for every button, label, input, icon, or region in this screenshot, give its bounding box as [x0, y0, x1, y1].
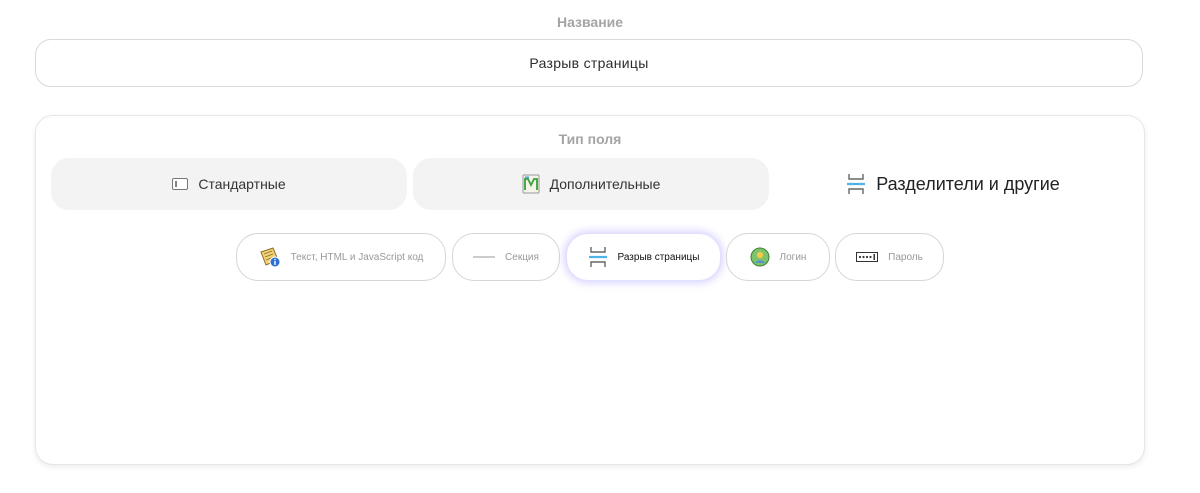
subtype-section-label: Секция	[505, 251, 539, 263]
page-break-icon	[588, 246, 608, 268]
tab-standard[interactable]: Стандартные	[51, 158, 407, 210]
tab-standard-label: Стандартные	[198, 176, 286, 192]
subtype-text-html[interactable]: Текст, HTML и JavaScript код	[236, 233, 446, 281]
name-input[interactable]: Разрыв страницы	[35, 39, 1143, 87]
field-editor-page: Название Разрыв страницы Тип поля Станда…	[0, 0, 1200, 493]
tab-additional[interactable]: Дополнительные	[413, 158, 769, 210]
subtype-password[interactable]: Пароль	[835, 233, 944, 281]
subtype-section[interactable]: Секция	[452, 233, 560, 281]
password-icon	[856, 252, 879, 262]
page-break-icon	[846, 173, 866, 195]
subtype-page-break[interactable]: Разрыв страницы	[566, 233, 721, 281]
subtype-login-label: Логин	[779, 251, 807, 263]
field-type-panel: Тип поля Стандартные Дополнительные Разд…	[35, 115, 1145, 465]
tab-separators-label: Разделители и другие	[876, 173, 1060, 194]
subtype-page-break-label: Разрыв страницы	[617, 251, 700, 263]
field-type-label: Тип поля	[558, 131, 622, 147]
text-field-icon	[172, 178, 189, 190]
tab-separators[interactable]: Разделители и другие	[775, 158, 1131, 210]
tab-additional-label: Дополнительные	[549, 176, 661, 192]
login-icon	[750, 247, 770, 267]
section-line-icon	[473, 255, 496, 259]
subtype-login[interactable]: Логин	[726, 233, 830, 281]
subtype-password-label: Пароль	[888, 251, 923, 263]
subtype-text-html-label: Текст, HTML и JavaScript код	[290, 251, 424, 263]
text-html-icon	[259, 246, 281, 268]
name-field-label: Название	[556, 14, 624, 30]
additional-fields-icon	[522, 174, 540, 194]
